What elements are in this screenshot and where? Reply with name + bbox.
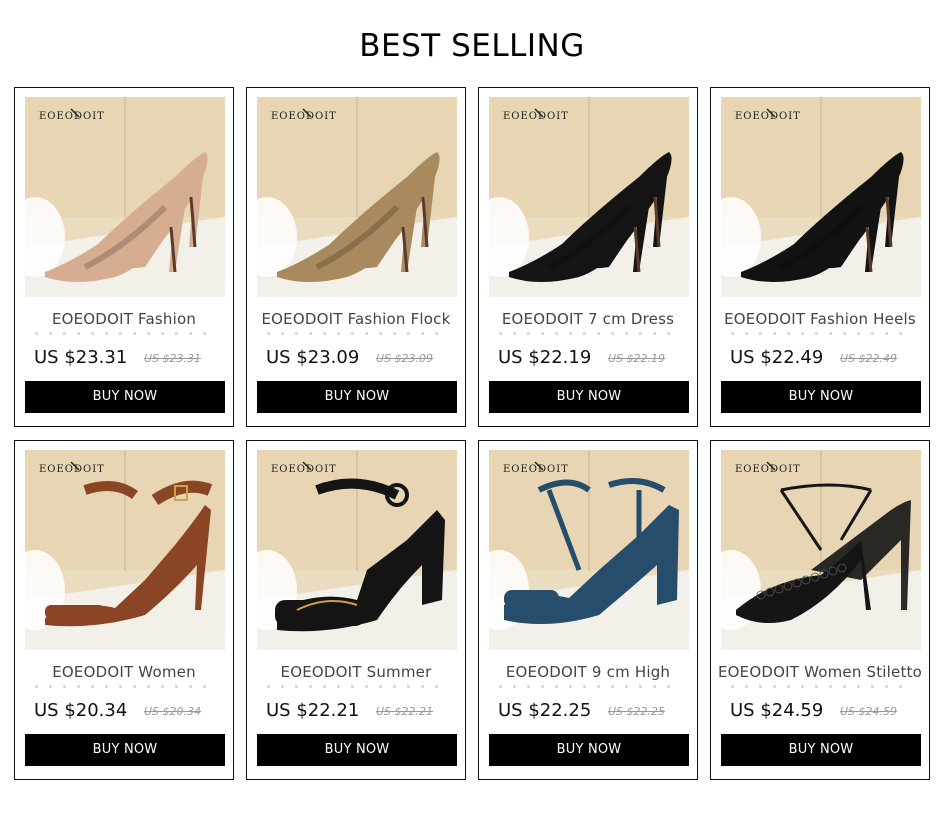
buy-now-button[interactable]: BUY NOW bbox=[489, 381, 689, 413]
product-image[interactable]: EOEODOIT bbox=[489, 450, 689, 650]
product-image[interactable]: EOEODOIT bbox=[257, 97, 457, 297]
buy-now-button[interactable]: BUY NOW bbox=[721, 734, 921, 766]
product-price: US $22.25 bbox=[498, 700, 592, 721]
buy-now-button[interactable]: BUY NOW bbox=[489, 734, 689, 766]
buy-now-button[interactable]: BUY NOW bbox=[257, 381, 457, 413]
product-name-overflow bbox=[267, 685, 445, 688]
product-name[interactable]: EOEODOIT Women Stiletto bbox=[711, 660, 929, 684]
product-price: US $22.49 bbox=[730, 347, 824, 368]
product-original-price: US $20.34 bbox=[144, 705, 202, 718]
product-name[interactable]: EOEODOIT Fashion Heels bbox=[711, 307, 929, 331]
product-name-overflow bbox=[731, 685, 909, 688]
product-card[interactable]: EOEODOIT EOEODOIT Summer US $22.21 US $2… bbox=[246, 440, 466, 780]
product-image[interactable]: EOEODOIT bbox=[721, 450, 921, 650]
product-card[interactable]: EOEODOIT EOEODOIT Fashion Heels US $22.4… bbox=[710, 87, 930, 427]
buy-now-button[interactable]: BUY NOW bbox=[721, 381, 921, 413]
product-original-price: US $22.19 bbox=[608, 352, 666, 365]
product-image[interactable]: EOEODOIT bbox=[489, 97, 689, 297]
product-card[interactable]: EOEODOIT EOEODOIT 9 cm High US $22.25 US… bbox=[478, 440, 698, 780]
product-price: US $23.31 bbox=[34, 347, 128, 368]
product-card[interactable]: EOEODOIT EOEODOIT Fashion US $23.31 US $… bbox=[14, 87, 234, 427]
product-grid: EOEODOIT EOEODOIT Fashion US $23.31 US $… bbox=[14, 87, 930, 780]
product-name-overflow bbox=[35, 685, 213, 688]
product-name[interactable]: EOEODOIT 7 cm Dress bbox=[479, 307, 697, 331]
product-name[interactable]: EOEODOIT 9 cm High bbox=[479, 660, 697, 684]
brand-watermark: EOEODOIT bbox=[39, 111, 105, 122]
product-original-price: US $22.49 bbox=[840, 352, 898, 365]
product-price: US $22.19 bbox=[498, 347, 592, 368]
buy-now-button[interactable]: BUY NOW bbox=[257, 734, 457, 766]
brand-watermark: EOEODOIT bbox=[271, 464, 337, 475]
product-image[interactable]: EOEODOIT bbox=[25, 97, 225, 297]
product-name-overflow bbox=[35, 332, 213, 335]
product-image[interactable]: EOEODOIT bbox=[25, 450, 225, 650]
buy-now-button[interactable]: BUY NOW bbox=[25, 734, 225, 766]
product-name-overflow bbox=[731, 332, 909, 335]
product-card[interactable]: EOEODOIT EOEODOIT 7 cm Dress US $22.19 U… bbox=[478, 87, 698, 427]
product-image[interactable]: EOEODOIT bbox=[257, 450, 457, 650]
product-price: US $20.34 bbox=[34, 700, 128, 721]
product-name-overflow bbox=[499, 685, 677, 688]
product-image[interactable]: EOEODOIT bbox=[721, 97, 921, 297]
product-price: US $23.09 bbox=[266, 347, 360, 368]
product-name-overflow bbox=[267, 332, 445, 335]
product-name[interactable]: EOEODOIT Fashion bbox=[15, 307, 233, 331]
brand-watermark: EOEODOIT bbox=[503, 464, 569, 475]
product-original-price: US $23.31 bbox=[144, 352, 202, 365]
product-name-overflow bbox=[499, 332, 677, 335]
brand-watermark: EOEODOIT bbox=[735, 464, 801, 475]
product-card[interactable]: EOEODOIT EOEODOIT Women US $20.34 US $20… bbox=[14, 440, 234, 780]
brand-watermark: EOEODOIT bbox=[735, 111, 801, 122]
section-title: BEST SELLING bbox=[359, 28, 585, 64]
product-name[interactable]: EOEODOIT Summer bbox=[247, 660, 465, 684]
brand-watermark: EOEODOIT bbox=[39, 464, 105, 475]
product-price: US $24.59 bbox=[730, 700, 824, 721]
product-original-price: US $22.25 bbox=[608, 705, 666, 718]
product-name[interactable]: EOEODOIT Women bbox=[15, 660, 233, 684]
product-price: US $22.21 bbox=[266, 700, 360, 721]
buy-now-button[interactable]: BUY NOW bbox=[25, 381, 225, 413]
brand-watermark: EOEODOIT bbox=[271, 111, 337, 122]
product-card[interactable]: EOEODOIT EOEODOIT Fashion Flock US $23.0… bbox=[246, 87, 466, 427]
product-card[interactable]: EOEODOIT EOEODOIT Women Stiletto US $24.… bbox=[710, 440, 930, 780]
product-name[interactable]: EOEODOIT Fashion Flock bbox=[247, 307, 465, 331]
brand-watermark: EOEODOIT bbox=[503, 111, 569, 122]
product-original-price: US $24.59 bbox=[840, 705, 898, 718]
product-original-price: US $23.09 bbox=[376, 352, 434, 365]
product-original-price: US $22.21 bbox=[376, 705, 434, 718]
